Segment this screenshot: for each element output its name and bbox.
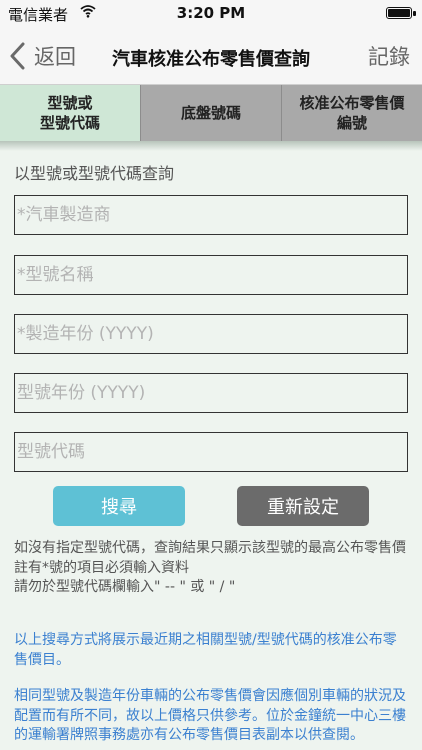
manufacturer-input[interactable]	[14, 195, 408, 235]
search-button[interactable]: 搜尋	[53, 486, 185, 526]
records-button[interactable]: 記錄	[368, 41, 410, 71]
model-code-input[interactable]	[14, 432, 408, 472]
chevron-left-icon	[10, 42, 25, 70]
search-hint-text: 如沒有指定型號代碼，查詢結果只顯示該型號的最高公布零售價 註有*號的項目必須輸入…	[14, 540, 406, 595]
tab-chassis-number[interactable]: 底盤號碼	[141, 85, 282, 141]
reset-button[interactable]: 重新設定	[237, 486, 369, 526]
tab-retail-price-reference[interactable]: 核准公布零售價 編號	[282, 85, 422, 141]
tab-bar-shadow	[0, 141, 422, 151]
model-year-input[interactable]	[14, 373, 408, 413]
price-disclaimer-text: 相同型號及製造年份車輛的公布零售價會因應個別車輛的狀況及配置而有所不同，故以上價…	[14, 688, 406, 743]
manufacture-year-input[interactable]	[14, 314, 408, 354]
search-mode-tabs: 型號或 型號代碼 底盤號碼 核准公布零售價 編號	[0, 85, 422, 141]
search-info-text: 以上搜尋方式將展示最近期之相關型號/型號代碼的核准公布零售價目。	[14, 632, 397, 668]
back-label: 返回	[34, 45, 76, 69]
navigation-bar: 返回 汽車核准公布零售價查詢 記錄	[0, 28, 422, 85]
status-bar: 電信業者 3:20 PM	[0, 0, 422, 28]
form-heading: 以型號或型號代碼查詢	[14, 164, 175, 183]
clock-time: 3:20 PM	[176, 4, 246, 22]
model-name-input[interactable]	[14, 255, 408, 295]
tab-model-or-model-code[interactable]: 型號或 型號代碼	[0, 85, 141, 141]
battery-icon	[386, 7, 416, 19]
back-button[interactable]: 返回	[8, 41, 76, 71]
page-title: 汽車核准公布零售價查詢	[112, 49, 310, 70]
